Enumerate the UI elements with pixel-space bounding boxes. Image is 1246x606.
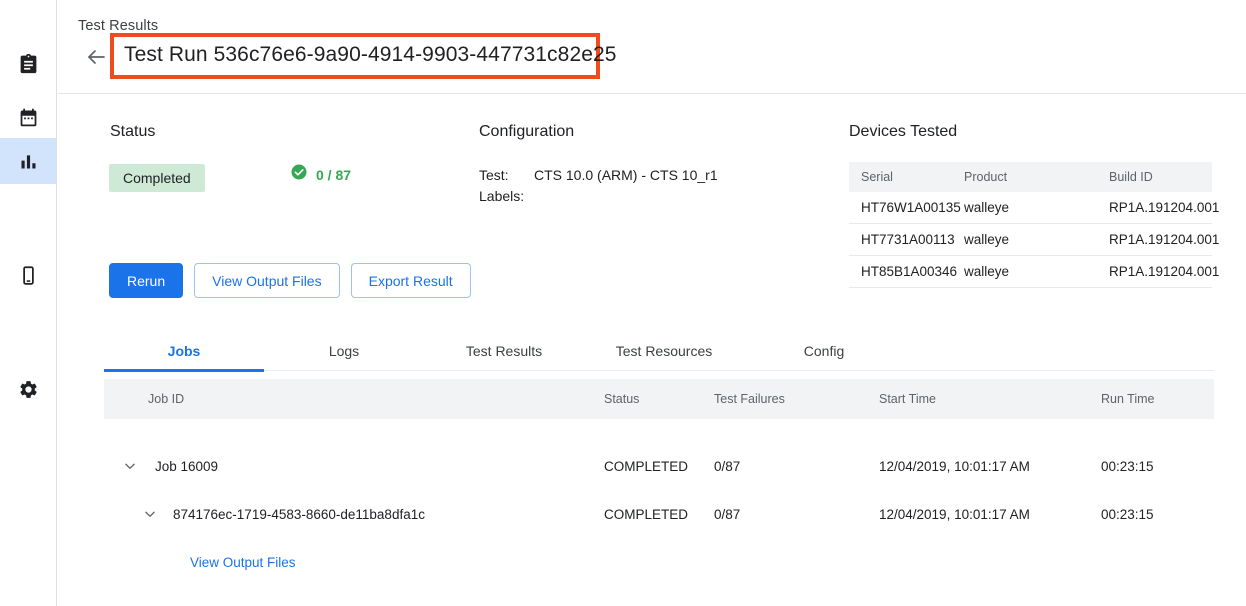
attempt-start-time: 12/04/2019, 10:01:17 AM	[879, 507, 1101, 522]
jobs-table: Job ID Status Test Failures Start Time R…	[104, 379, 1214, 586]
config-row-test: Test: CTS 10.0 (ARM) - CTS 10_r1	[479, 165, 718, 186]
table-row: HT76W1A00135 walleye RP1A.191204.001	[849, 192, 1212, 224]
status-heading: Status	[110, 123, 155, 141]
tab-jobs[interactable]: Jobs	[104, 330, 264, 371]
jobs-col-start-time: Start Time	[879, 392, 1101, 406]
tab-logs[interactable]: Logs	[264, 330, 424, 371]
header-divider	[58, 93, 1246, 94]
bar-chart-icon	[18, 151, 39, 172]
device-build-id: RP1A.191204.001	[1109, 264, 1219, 279]
attempt-actions: View Output Files	[104, 538, 1214, 586]
configuration-list: Test: CTS 10.0 (ARM) - CTS 10_r1 Labels:	[479, 165, 718, 207]
check-circle-icon	[290, 163, 308, 186]
view-output-files-link[interactable]: View Output Files	[190, 555, 296, 570]
sidebar-item-test-suites[interactable]	[0, 40, 56, 86]
device-build-id: RP1A.191204.001	[1109, 200, 1219, 215]
devices-table-header: Serial Product Build ID	[849, 162, 1212, 192]
action-buttons: Rerun View Output Files Export Result	[109, 263, 471, 298]
devices-col-build-id: Build ID	[1109, 170, 1212, 184]
export-result-button[interactable]: Export Result	[351, 263, 471, 298]
view-output-files-button[interactable]: View Output Files	[194, 263, 339, 298]
arrow-left-icon	[84, 56, 108, 73]
table-row: HT85B1A00346 walleye RP1A.191204.001	[849, 256, 1212, 288]
job-status: COMPLETED	[604, 459, 714, 474]
test-run-details-page: Test Results Test Run 536c76e6-9a90-4914…	[0, 0, 1246, 606]
tab-test-resources[interactable]: Test Resources	[584, 330, 744, 371]
table-row: HT7731A00113 walleye RP1A.191204.001	[849, 224, 1212, 256]
devices-col-serial: Serial	[849, 170, 964, 184]
config-key-test: Test:	[479, 165, 534, 186]
tab-test-results[interactable]: Test Results	[424, 330, 584, 371]
device-build-id: RP1A.191204.001	[1109, 232, 1219, 247]
device-product: walleye	[964, 264, 1109, 279]
jobs-col-test-failures: Test Failures	[714, 392, 879, 406]
sidebar-item-test-results[interactable]	[0, 138, 56, 184]
device-product: walleye	[964, 232, 1109, 247]
config-value-test: CTS 10.0 (ARM) - CTS 10_r1	[534, 165, 718, 186]
rerun-button[interactable]: Rerun	[109, 263, 183, 298]
jobs-col-job-id: Job ID	[104, 392, 604, 406]
job-run-time: 00:23:15	[1101, 459, 1214, 474]
breadcrumb[interactable]: Test Results	[78, 18, 158, 34]
attempt-id-cell: 874176ec-1719-4583-8660-de11ba8dfa1c	[104, 507, 604, 522]
job-start-time: 12/04/2019, 10:01:17 AM	[879, 459, 1101, 474]
device-serial: HT7731A00113	[849, 232, 964, 247]
clipboard-icon	[18, 53, 39, 74]
table-row[interactable]: 874176ec-1719-4583-8660-de11ba8dfa1c COM…	[104, 490, 1214, 538]
test-failure-count: 0 / 87	[290, 163, 351, 186]
attempt-status: COMPLETED	[604, 507, 714, 522]
sidebar	[0, 0, 57, 606]
attempt-id-label: 874176ec-1719-4583-8660-de11ba8dfa1c	[173, 507, 425, 522]
devices-table: Serial Product Build ID HT76W1A00135 wal…	[849, 162, 1212, 288]
job-test-failures: 0/87	[714, 459, 879, 474]
configuration-heading: Configuration	[479, 123, 574, 141]
sidebar-item-devices[interactable]	[0, 252, 56, 298]
device-serial: HT76W1A00135	[849, 200, 964, 215]
tab-config[interactable]: Config	[744, 330, 904, 371]
tab-bar: Jobs Logs Test Results Test Resources Co…	[104, 330, 1214, 371]
jobs-col-status: Status	[604, 392, 714, 406]
config-key-labels: Labels:	[479, 186, 534, 207]
devices-col-product: Product	[964, 170, 1109, 184]
sidebar-item-test-plans[interactable]	[0, 94, 56, 140]
calendar-icon	[18, 107, 39, 128]
count-label: 0 / 87	[316, 167, 351, 183]
gear-icon	[18, 379, 39, 400]
jobs-table-header: Job ID Status Test Failures Start Time R…	[104, 379, 1214, 419]
table-row[interactable]: Job 16009 COMPLETED 0/87 12/04/2019, 10:…	[104, 442, 1214, 490]
attempt-run-time: 00:23:15	[1101, 507, 1214, 522]
back-button[interactable]	[84, 45, 108, 69]
chevron-down-icon[interactable]	[119, 459, 141, 473]
device-icon	[18, 265, 39, 286]
device-serial: HT85B1A00346	[849, 264, 964, 279]
config-row-labels: Labels:	[479, 186, 718, 207]
devices-heading: Devices Tested	[849, 123, 957, 141]
job-id-label: Job 16009	[155, 459, 218, 474]
jobs-col-run-time: Run Time	[1101, 392, 1214, 406]
attempt-test-failures: 0/87	[714, 507, 879, 522]
status-badge: Completed	[109, 164, 205, 192]
sidebar-item-settings[interactable]	[0, 366, 56, 412]
device-product: walleye	[964, 200, 1109, 215]
job-id-cell: Job 16009	[104, 459, 604, 474]
chevron-down-icon[interactable]	[139, 507, 161, 521]
page-title: Test Run 536c76e6-9a90-4914-9903-447731c…	[124, 43, 617, 67]
